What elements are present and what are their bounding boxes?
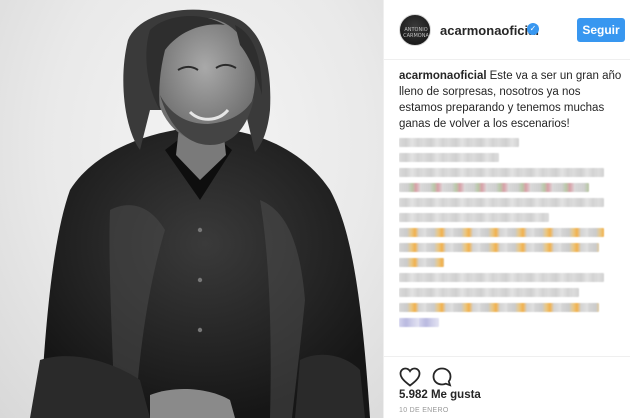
heart-icon[interactable]: [398, 365, 422, 389]
blurred-comment: [399, 138, 519, 147]
post-header: ANTONIO CARMONA acarmonaoficial ✓ Seguir: [384, 0, 630, 60]
instagram-post: ANTONIO CARMONA acarmonaoficial ✓ Seguir…: [0, 0, 630, 418]
caption-username[interactable]: acarmonaoficial: [399, 70, 487, 82]
comment-icon[interactable]: [430, 365, 454, 389]
blurred-comment: [399, 213, 549, 222]
username[interactable]: acarmonaoficial: [440, 23, 539, 38]
post-caption: acarmonaoficial Este va a ser un gran año…: [399, 68, 624, 132]
blurred-comment: [399, 243, 599, 252]
follow-button[interactable]: Seguir: [577, 18, 625, 42]
comments-section: acarmonaoficial Este va a ser un gran año…: [399, 68, 624, 353]
blurred-comment: [399, 258, 444, 267]
verified-badge-icon: ✓: [527, 23, 539, 35]
post-photo[interactable]: [0, 0, 383, 418]
blurred-comment: [399, 168, 604, 177]
blurred-comment: [399, 288, 579, 297]
blurred-comment: [399, 183, 589, 192]
man-portrait-image: [30, 9, 370, 418]
blurred-comment: [399, 318, 439, 327]
blurred-comment: [399, 153, 499, 162]
post-actions: 5.982 Me gusta 10 DE ENERO: [384, 356, 630, 418]
blurred-comment: [399, 198, 604, 207]
blurred-comment: [399, 228, 604, 237]
post-date[interactable]: 10 DE ENERO: [399, 407, 449, 414]
blurred-comments: [399, 138, 624, 333]
blurred-comment: [399, 303, 599, 312]
avatar-text: ANTONIO CARMONA: [403, 27, 429, 39]
blurred-comment: [399, 273, 604, 282]
likes-count[interactable]: 5.982 Me gusta: [399, 389, 481, 401]
post-side-panel: ANTONIO CARMONA acarmonaoficial ✓ Seguir…: [383, 0, 630, 418]
avatar[interactable]: ANTONIO CARMONA: [399, 14, 431, 46]
